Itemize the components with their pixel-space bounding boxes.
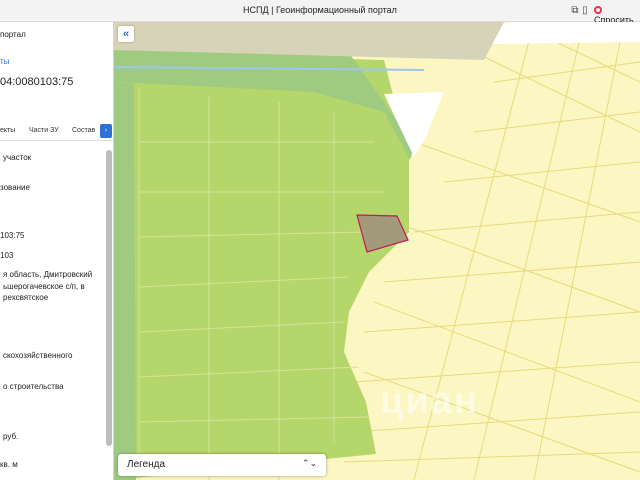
- info-row: кв. м: [0, 460, 18, 469]
- info-row: рехсвятское: [3, 293, 49, 302]
- map-canvas[interactable]: [114, 22, 640, 480]
- map-layers: [114, 22, 640, 480]
- ask-icon: [594, 6, 602, 14]
- portal-label: портал: [0, 30, 26, 39]
- cadastral-number-title: 04:0080103:75: [0, 76, 74, 88]
- tab-composition[interactable]: Состав: [72, 127, 95, 134]
- window-titlebar: НСПД | Геоинформационный портал ⧉ ▯ Спро…: [0, 0, 640, 25]
- window-title: НСПД | Геоинформационный портал: [243, 5, 397, 15]
- section-link[interactable]: ты: [0, 57, 9, 66]
- info-row: о строительства: [3, 382, 64, 391]
- tab-objects[interactable]: екты: [0, 127, 15, 134]
- legend-dropdown[interactable]: Легенда ⌃⌄: [118, 454, 326, 476]
- cian-watermark: циан: [380, 380, 479, 422]
- sidebar-scrollbar[interactable]: [106, 150, 112, 446]
- info-row: зование: [0, 183, 30, 192]
- info-row: скохозяйственного: [3, 351, 73, 360]
- green-zone: [114, 52, 409, 480]
- object-info-panel: портал ты 04:0080103:75 екты Части ЗУ Со…: [0, 22, 114, 480]
- info-row: ьшерогачевское с/п, в: [3, 282, 85, 291]
- tabs-scroll-right-icon[interactable]: ›: [100, 124, 112, 138]
- info-row: участок: [3, 153, 32, 162]
- bookmark-icon[interactable]: ▯: [578, 4, 592, 18]
- chevron-updown-icon: ⌃⌄: [301, 458, 317, 468]
- collapse-panel-button[interactable]: «: [118, 26, 134, 42]
- info-row: я область, Дмитровский: [3, 270, 93, 279]
- info-row: 103: [0, 251, 14, 260]
- info-row: руб.: [3, 432, 19, 441]
- dark-green-strip: [114, 82, 136, 480]
- info-row: 103:75: [0, 231, 25, 240]
- legend-label: Легенда: [127, 459, 166, 470]
- tab-parts[interactable]: Части ЗУ: [29, 127, 59, 134]
- info-tabs: екты Части ЗУ Состав ›: [0, 122, 113, 141]
